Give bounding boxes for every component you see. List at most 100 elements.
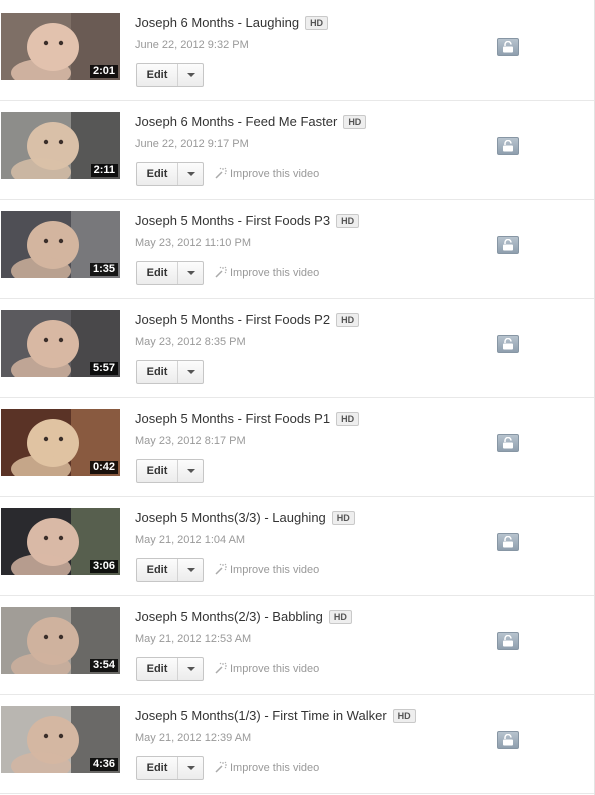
- video-title[interactable]: Joseph 5 Months(3/3) - Laughing HD: [135, 510, 355, 526]
- video-duration: 2:01: [89, 65, 118, 78]
- video-thumbnail[interactable]: 3:06: [1, 508, 120, 575]
- video-duration: 3:06: [89, 560, 118, 573]
- hd-badge: HD: [305, 16, 329, 30]
- edit-button[interactable]: Edit: [137, 559, 177, 581]
- magic-wand-icon: [215, 662, 227, 674]
- video-thumbnail[interactable]: 5:57: [1, 310, 120, 377]
- improve-video-label[interactable]: Improve this video: [230, 168, 319, 180]
- magic-wand-icon: [215, 167, 227, 179]
- improve-video-label[interactable]: Improve this video: [230, 564, 319, 576]
- improve-video-link[interactable]: Improve this video: [215, 266, 319, 279]
- chevron-down-icon: [187, 172, 195, 176]
- edit-button[interactable]: Edit: [137, 361, 177, 383]
- privacy-button[interactable]: [497, 434, 519, 452]
- edit-button-group: Edit: [136, 360, 204, 384]
- unlock-icon: [503, 734, 513, 746]
- video-thumbnail[interactable]: 2:01: [1, 13, 120, 80]
- video-thumbnail[interactable]: 4:36: [1, 706, 120, 773]
- improve-video-label[interactable]: Improve this video: [230, 267, 319, 279]
- video-date: June 22, 2012 9:17 PM: [135, 138, 249, 150]
- video-row: 2:01 Joseph 6 Months - Laughing HD June 2…: [0, 2, 594, 101]
- edit-dropdown-button[interactable]: [178, 559, 204, 581]
- privacy-button[interactable]: [497, 38, 519, 56]
- hd-badge: HD: [336, 313, 360, 327]
- video-title-text[interactable]: Joseph 5 Months - First Foods P3: [135, 213, 330, 228]
- video-row: 2:11 Joseph 6 Months - Feed Me Faster HD …: [0, 101, 594, 200]
- chevron-down-icon: [187, 469, 195, 473]
- video-title-text[interactable]: Joseph 5 Months(2/3) - Babbling: [135, 609, 323, 624]
- edit-button-group: Edit: [136, 261, 204, 285]
- privacy-button[interactable]: [497, 533, 519, 551]
- video-row: 1:35 Joseph 5 Months - First Foods P3 HD …: [0, 200, 594, 299]
- privacy-button[interactable]: [497, 236, 519, 254]
- video-title-text[interactable]: Joseph 5 Months - First Foods P1: [135, 411, 330, 426]
- video-thumbnail[interactable]: 1:35: [1, 211, 120, 278]
- privacy-button[interactable]: [497, 335, 519, 353]
- magic-wand-icon: [215, 266, 227, 278]
- edit-button[interactable]: Edit: [137, 460, 177, 482]
- improve-video-link[interactable]: Improve this video: [215, 662, 319, 675]
- video-title[interactable]: Joseph 6 Months - Laughing HD: [135, 15, 329, 31]
- video-date: May 23, 2012 11:10 PM: [135, 237, 251, 249]
- video-title[interactable]: Joseph 5 Months(2/3) - Babbling HD: [135, 609, 352, 625]
- edit-dropdown-button[interactable]: [178, 658, 204, 680]
- privacy-button[interactable]: [497, 632, 519, 650]
- edit-button[interactable]: Edit: [137, 757, 177, 779]
- improve-video-link[interactable]: Improve this video: [215, 563, 319, 576]
- edit-dropdown-button[interactable]: [178, 757, 204, 779]
- video-thumbnail[interactable]: 0:42: [1, 409, 120, 476]
- edit-dropdown-button[interactable]: [178, 262, 204, 284]
- video-duration: 5:57: [89, 362, 118, 375]
- unlock-icon: [503, 437, 513, 449]
- video-title-text[interactable]: Joseph 5 Months(3/3) - Laughing: [135, 510, 326, 525]
- video-title-text[interactable]: Joseph 5 Months - First Foods P2: [135, 312, 330, 327]
- video-title[interactable]: Joseph 6 Months - Feed Me Faster HD: [135, 114, 367, 130]
- edit-button[interactable]: Edit: [137, 64, 177, 86]
- improve-video-link[interactable]: Improve this video: [215, 761, 319, 774]
- privacy-button[interactable]: [497, 137, 519, 155]
- edit-dropdown-button[interactable]: [178, 64, 204, 86]
- hd-badge: HD: [336, 214, 360, 228]
- edit-button[interactable]: Edit: [137, 658, 177, 680]
- edit-dropdown-button[interactable]: [178, 361, 204, 383]
- video-date: May 23, 2012 8:17 PM: [135, 435, 246, 447]
- video-thumbnail[interactable]: 2:11: [1, 112, 120, 179]
- video-row: 0:42 Joseph 5 Months - First Foods P1 HD …: [0, 398, 594, 497]
- video-title-text[interactable]: Joseph 6 Months - Laughing: [135, 15, 299, 30]
- video-title[interactable]: Joseph 5 Months - First Foods P2 HD: [135, 312, 360, 328]
- hd-badge: HD: [336, 412, 360, 426]
- video-title-text[interactable]: Joseph 5 Months(1/3) - First Time in Wal…: [135, 708, 387, 723]
- hd-badge: HD: [331, 511, 355, 525]
- video-duration: 3:54: [89, 659, 118, 672]
- video-thumbnail[interactable]: 3:54: [1, 607, 120, 674]
- edit-button[interactable]: Edit: [137, 262, 177, 284]
- video-date: May 23, 2012 8:35 PM: [135, 336, 246, 348]
- privacy-button[interactable]: [497, 731, 519, 749]
- video-list: 2:01 Joseph 6 Months - Laughing HD June 2…: [0, 0, 595, 795]
- chevron-down-icon: [187, 73, 195, 77]
- magic-wand-icon: [215, 563, 227, 575]
- video-title[interactable]: Joseph 5 Months - First Foods P1 HD: [135, 411, 360, 427]
- video-date: May 21, 2012 1:04 AM: [135, 534, 246, 546]
- magic-wand-icon: [215, 761, 227, 773]
- hd-badge: HD: [328, 610, 352, 624]
- improve-video-link[interactable]: Improve this video: [215, 167, 319, 180]
- video-title-text[interactable]: Joseph 6 Months - Feed Me Faster: [135, 114, 337, 129]
- edit-dropdown-button[interactable]: [178, 460, 204, 482]
- video-duration: 1:35: [89, 263, 118, 276]
- edit-dropdown-button[interactable]: [178, 163, 204, 185]
- improve-video-label[interactable]: Improve this video: [230, 762, 319, 774]
- video-row: 3:06 Joseph 5 Months(3/3) - Laughing HD M…: [0, 497, 594, 596]
- video-duration: 4:36: [89, 758, 118, 771]
- video-row: 3:54 Joseph 5 Months(2/3) - Babbling HD M…: [0, 596, 594, 695]
- video-duration: 0:42: [89, 461, 118, 474]
- chevron-down-icon: [187, 568, 195, 572]
- video-title[interactable]: Joseph 5 Months - First Foods P3 HD: [135, 213, 360, 229]
- video-title[interactable]: Joseph 5 Months(1/3) - First Time in Wal…: [135, 708, 416, 724]
- improve-video-label[interactable]: Improve this video: [230, 663, 319, 675]
- chevron-down-icon: [187, 766, 195, 770]
- hd-badge: HD: [392, 709, 416, 723]
- edit-button[interactable]: Edit: [137, 163, 177, 185]
- edit-button-group: Edit: [136, 63, 204, 87]
- chevron-down-icon: [187, 370, 195, 374]
